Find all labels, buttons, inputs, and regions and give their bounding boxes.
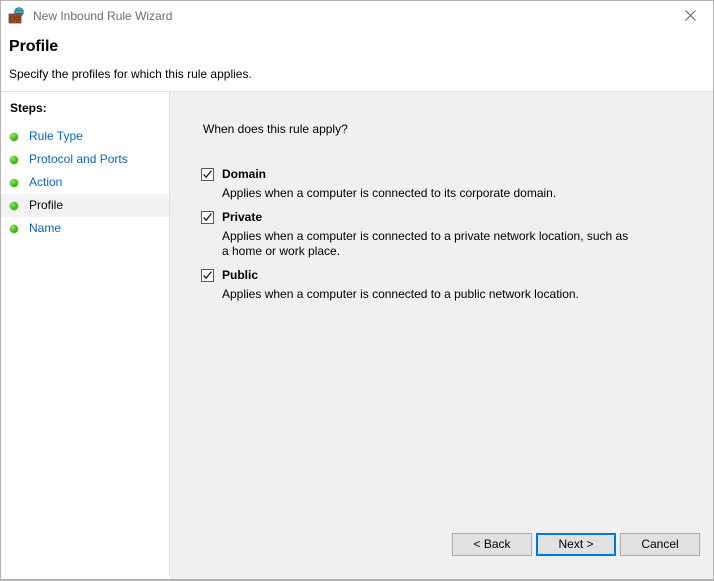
main-pane: When does this rule apply? Domain Applie…: [170, 92, 713, 580]
cancel-button[interactable]: Cancel: [620, 533, 700, 556]
question-label: When does this rule apply?: [203, 122, 348, 136]
sidebar-item-name[interactable]: Name: [1, 217, 169, 240]
steps-sidebar: Steps: Rule Type Protocol and Ports Acti…: [1, 92, 170, 576]
sidebar-item-protocol-and-ports[interactable]: Protocol and Ports: [1, 148, 169, 171]
window-title: New Inbound Rule Wizard: [33, 8, 173, 23]
option-private: Private Applies when a computer is conne…: [201, 210, 695, 259]
sidebar-item-rule-type[interactable]: Rule Type: [1, 125, 169, 148]
steps-heading: Steps:: [10, 101, 47, 115]
public-checkbox[interactable]: [201, 269, 214, 282]
option-label: Public: [222, 268, 259, 282]
sidebar-item-label: Name: [29, 221, 62, 235]
step-complete-icon: [10, 201, 18, 210]
option-description: Applies when a computer is connected to …: [222, 186, 557, 200]
step-complete-icon: [10, 132, 18, 141]
step-complete-icon: [10, 155, 18, 164]
step-complete-icon: [10, 178, 18, 187]
page-subtitle: Specify the profiles for which this rule…: [9, 67, 252, 81]
page-title: Profile: [9, 38, 59, 55]
close-icon[interactable]: [668, 1, 713, 30]
profile-options: Domain Applies when a computer is connec…: [201, 167, 695, 302]
new-inbound-rule-wizard-window: New Inbound Rule Wizard Profile Specify …: [0, 0, 714, 581]
sidebar-item-profile[interactable]: Profile: [1, 194, 169, 217]
option-description: Applies when a computer is connected to …: [222, 229, 629, 258]
sidebar-item-label: Rule Type: [29, 129, 83, 143]
firewall-globe-icon: [8, 7, 25, 24]
sidebar-item-label: Action: [29, 175, 63, 189]
sidebar-item-label: Profile: [29, 198, 64, 212]
page-header: Profile Specify the profiles for which t…: [1, 30, 713, 91]
back-button[interactable]: < Back: [452, 533, 532, 556]
body: Steps: Rule Type Protocol and Ports Acti…: [1, 92, 713, 580]
wizard-footer: < Back Next > Cancel: [171, 527, 713, 580]
option-description: Applies when a computer is connected to …: [222, 287, 579, 301]
sidebar-item-action[interactable]: Action: [1, 171, 169, 194]
next-button[interactable]: Next >: [536, 533, 616, 556]
option-public: Public Applies when a computer is connec…: [201, 268, 695, 302]
private-checkbox[interactable]: [201, 211, 214, 224]
option-label: Domain: [222, 167, 267, 181]
sidebar-item-label: Protocol and Ports: [29, 152, 128, 166]
domain-checkbox[interactable]: [201, 168, 214, 181]
option-label: Private: [222, 210, 263, 224]
option-domain: Domain Applies when a computer is connec…: [201, 167, 695, 201]
window-bottom-edge: [1, 579, 713, 580]
step-complete-icon: [10, 224, 18, 233]
titlebar: New Inbound Rule Wizard: [1, 1, 713, 30]
